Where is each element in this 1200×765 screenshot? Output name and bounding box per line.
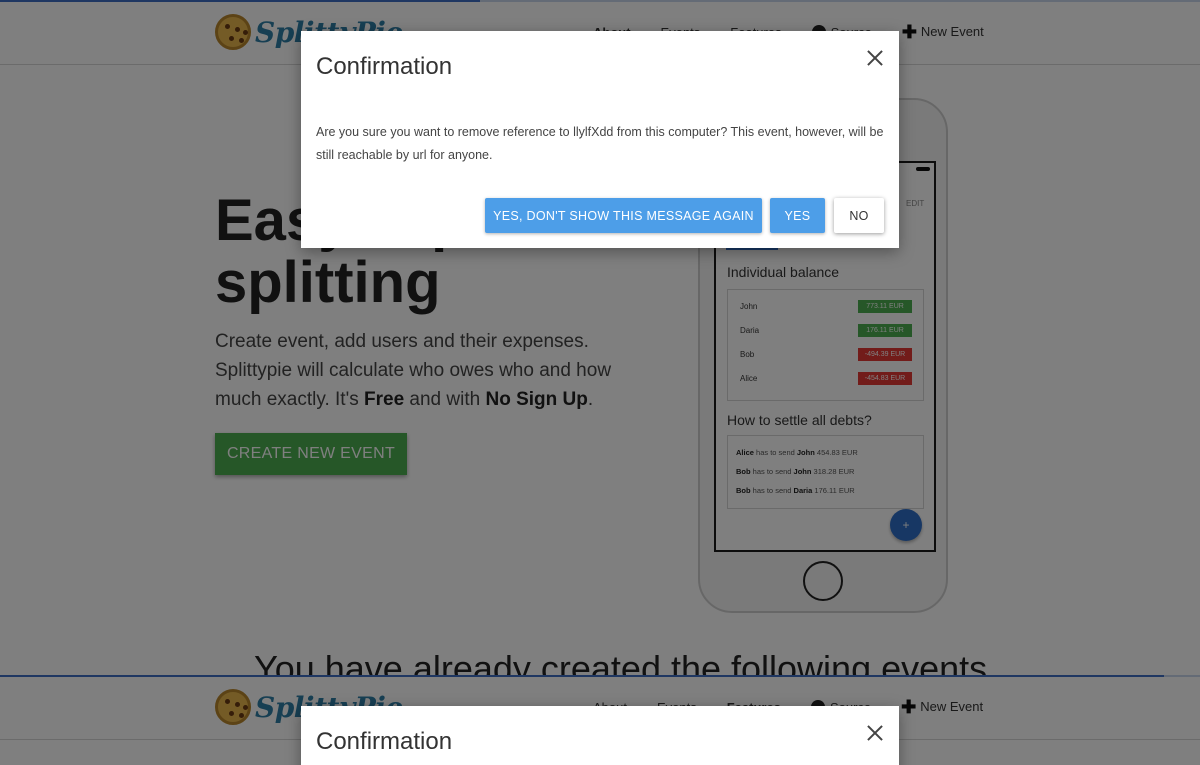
no-button[interactable]: NO bbox=[834, 198, 884, 233]
modal-title: Confirmation bbox=[316, 53, 453, 80]
page-view-1: SplittyPie About Events Features Source … bbox=[0, 0, 1200, 675]
page-view-2: SplittyPie About Events Features Source … bbox=[0, 675, 1200, 765]
confirmation-modal: Confirmation Are you sure you want to re… bbox=[301, 31, 899, 248]
close-icon[interactable] bbox=[865, 723, 885, 743]
modal-message: Are you sure you want to remove referenc… bbox=[316, 125, 884, 162]
modal-title: Confirmation bbox=[316, 728, 453, 755]
yes-button[interactable]: YES bbox=[770, 198, 825, 233]
close-icon[interactable] bbox=[865, 48, 885, 68]
confirmation-modal: Confirmation bbox=[301, 706, 899, 765]
yes-dont-show-again-button[interactable]: YES, DON'T SHOW THIS MESSAGE AGAIN bbox=[485, 198, 762, 233]
